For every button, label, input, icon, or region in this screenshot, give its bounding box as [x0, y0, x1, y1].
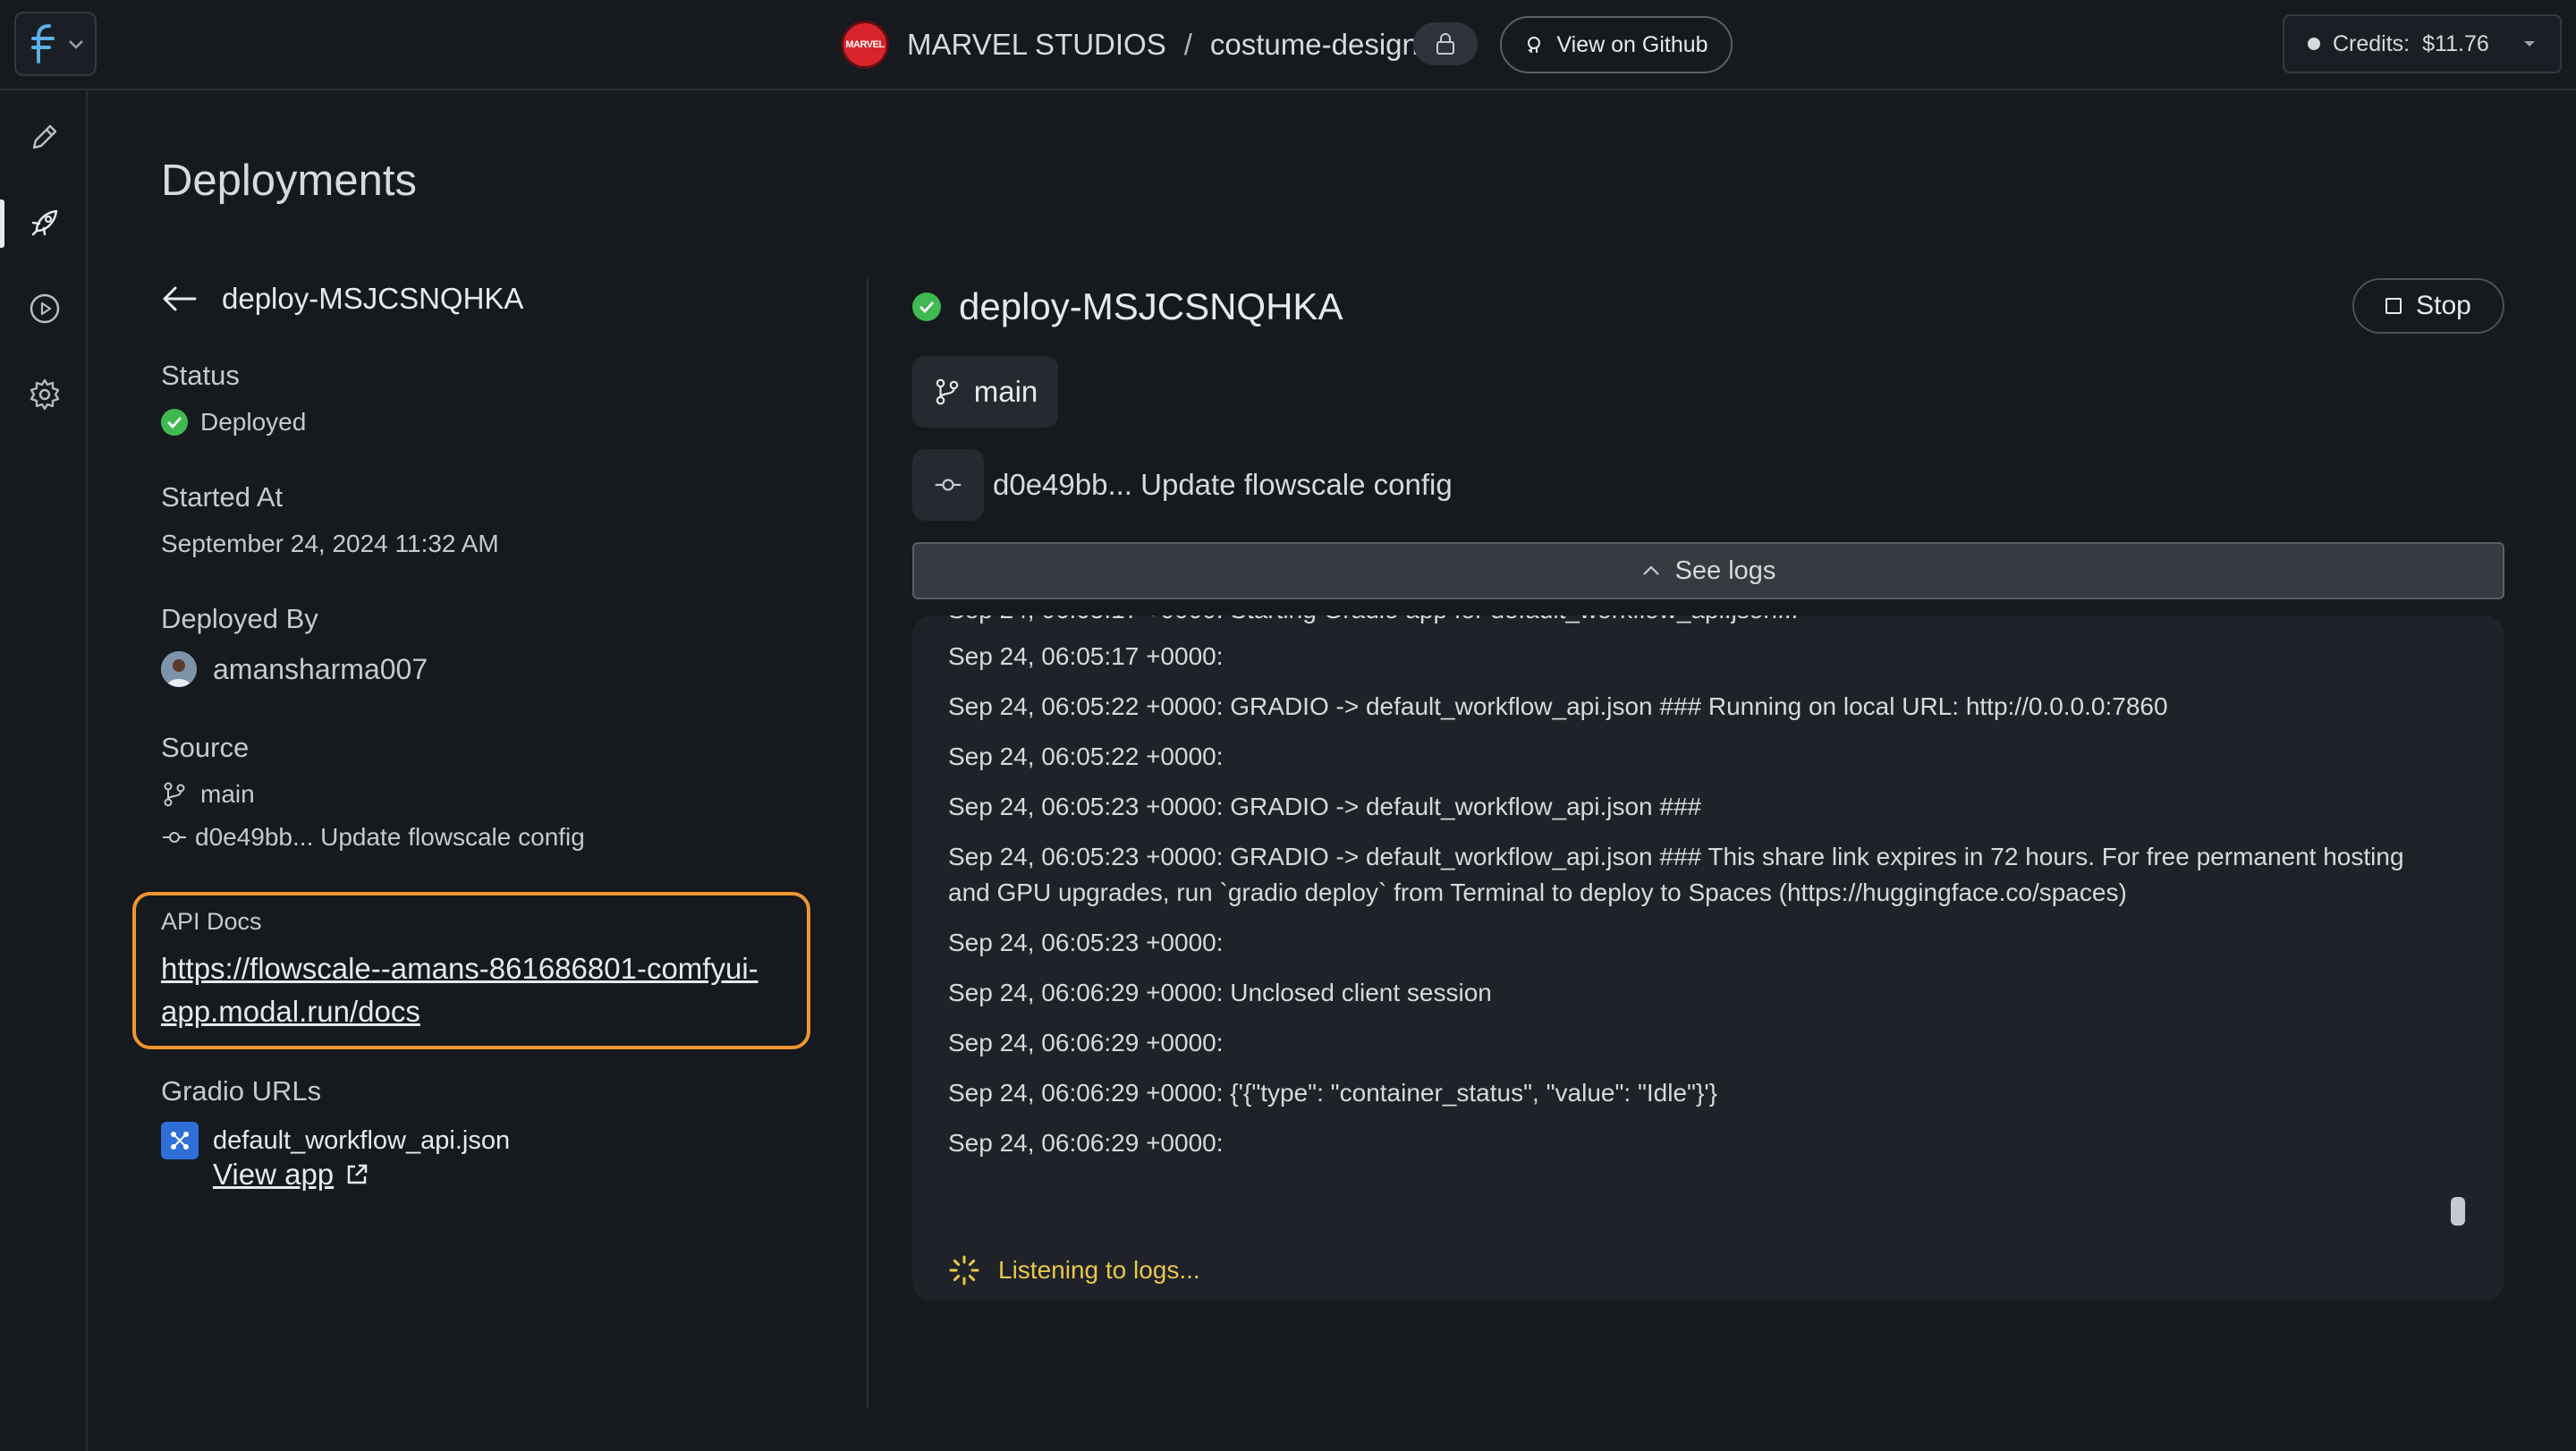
log-line: Sep 24, 06:06:29 +0000: [948, 1029, 1224, 1056]
deployed-by-label: Deployed By [161, 603, 318, 634]
credits-label: Credits: [2333, 30, 2411, 56]
external-link-icon [347, 1164, 368, 1184]
stop-label: Stop [2416, 291, 2471, 320]
org-logo: MARVEL [841, 21, 889, 69]
source-commit: d0e49bb... Update flowscale config [161, 823, 585, 852]
branch-name: main [973, 375, 1038, 408]
gradio-file-name: default_workflow_api.json [213, 1125, 511, 1155]
rocket-icon [31, 209, 58, 236]
log-line: Sep 24, 06:06:29 +0000: Unclosed client … [948, 979, 1492, 1006]
deployer-name: amansharma007 [213, 652, 428, 685]
view-app-link[interactable]: View app [213, 1158, 369, 1192]
github-icon [1528, 37, 1541, 53]
view-app-label: View app [213, 1158, 335, 1191]
commit-row: d0e49bb... Update flowscale config [912, 449, 1453, 521]
log-line: Sep 24, 06:05:22 +0000: GRADIO -> defaul… [948, 692, 2168, 720]
top-bar: MARVEL MARVEL STUDIOS / costume-design V… [0, 0, 2576, 90]
breadcrumb-separator: / [1183, 28, 1192, 61]
credits-value: $11.76 [2422, 30, 2489, 56]
source-branch: main [161, 780, 255, 809]
listening-text: Listening to logs... [998, 1256, 1200, 1284]
log-line: Sep 24, 06:05:17 +0000: Starting Gradio … [948, 615, 2451, 628]
log-line: Sep 24, 06:06:29 +0000: {'{"type": "cont… [948, 1079, 1718, 1107]
status-value: Deployed [161, 408, 306, 437]
private-badge [1413, 22, 1478, 65]
lock-icon [1436, 33, 1454, 55]
stop-button[interactable]: Stop [2352, 278, 2504, 334]
chevron-up-icon [1642, 565, 1659, 575]
rail-deployments-button[interactable] [21, 199, 68, 246]
gear-icon [30, 378, 60, 411]
log-scrollbar[interactable] [2451, 1197, 2465, 1226]
view-on-github-button[interactable]: View on Github [1500, 16, 1733, 73]
rail-edit-button[interactable] [21, 114, 68, 160]
gradio-app-icon [161, 1122, 199, 1159]
source-commit-text: d0e49bb... Update flowscale config [195, 823, 585, 851]
commit-text: d0e49bb... Update flowscale config [993, 468, 1453, 501]
gradio-url-item: default_workflow_api.json [161, 1122, 510, 1159]
see-logs-label: See logs [1674, 556, 1776, 585]
panel-divider [867, 277, 869, 1408]
log-lines: Sep 24, 06:05:17 +0000: Starting Gradio … [948, 615, 2451, 1175]
deployed-check-icon [912, 293, 941, 321]
rail-active-indicator [0, 199, 4, 248]
git-commit-icon [163, 832, 186, 843]
deployed-by-value: amansharma007 [161, 651, 428, 687]
git-branch-icon [164, 782, 185, 807]
page-title: Deployments [161, 157, 417, 205]
credits-dot-icon [2308, 38, 2320, 50]
credits-dropdown[interactable]: Credits: $11.76 [2283, 14, 2562, 73]
log-line: Sep 24, 06:05:23 +0000: [948, 929, 1224, 956]
log-line: Sep 24, 06:05:23 +0000: GRADIO -> defaul… [948, 843, 2404, 906]
left-rail [0, 90, 88, 1451]
deployment-back-title: deploy-MSJCSNQHKA [222, 282, 524, 315]
source-label: Source [161, 732, 250, 763]
check-circle-icon [161, 409, 188, 436]
log-line: Sep 24, 06:05:23 +0000: GRADIO -> defaul… [948, 793, 1702, 820]
source-branch-text: main [200, 780, 255, 808]
chevron-down-icon [69, 40, 83, 49]
pencil-icon [32, 124, 57, 149]
listening-indicator: Listening to logs... [948, 1254, 1200, 1286]
deployment-back-header: deploy-MSJCSNQHKA [161, 277, 523, 320]
api-docs-label: API Docs [161, 908, 262, 935]
log-line: Sep 24, 06:06:29 +0000: [948, 1129, 1224, 1157]
deployment-header: deploy-MSJCSNQHKA [912, 283, 1343, 331]
see-logs-toggle[interactable]: See logs [912, 542, 2504, 599]
log-panel[interactable]: Sep 24, 06:05:17 +0000: Starting Gradio … [912, 615, 2504, 1301]
commit-icon-box [912, 449, 984, 521]
deployer-avatar [161, 651, 197, 687]
arrow-left-icon[interactable] [161, 284, 199, 313]
log-line: Sep 24, 06:05:22 +0000: [948, 742, 1224, 770]
log-line: Sep 24, 06:05:17 +0000: [948, 642, 1224, 670]
started-at-value: September 24, 2024 11:32 AM [161, 530, 499, 557]
app-switcher-button[interactable] [14, 12, 97, 76]
rail-runs-button[interactable] [21, 285, 68, 332]
status-label: Status [161, 360, 240, 391]
project-name[interactable]: costume-design [1210, 28, 1419, 62]
org-name[interactable]: MARVEL STUDIOS [907, 28, 1166, 62]
spinner-icon [949, 1255, 979, 1286]
breadcrumb: MARVEL MARVEL STUDIOS / costume-design [841, 18, 1419, 72]
deployment-name: deploy-MSJCSNQHKA [959, 285, 1343, 327]
play-circle-icon [30, 293, 60, 324]
status-text: Deployed [200, 408, 307, 436]
rail-settings-button[interactable] [21, 371, 68, 418]
view-on-github-label: View on Github [1556, 31, 1708, 57]
git-branch-icon [936, 378, 959, 405]
git-commit-icon [935, 479, 962, 491]
org-logo-text: MARVEL [845, 39, 885, 50]
branch-chip: main [912, 356, 1058, 428]
stop-square-icon [2385, 298, 2402, 314]
gradio-urls-label: Gradio URLs [161, 1075, 322, 1107]
started-at-label: Started At [161, 481, 284, 513]
api-docs-box: API Docs https://flowscale--amans-861686… [132, 892, 810, 1049]
flowscale-logo-icon [31, 24, 55, 64]
caret-down-icon [2524, 41, 2535, 47]
api-docs-link[interactable]: https://flowscale--amans-861686801-comfy… [161, 947, 787, 1033]
